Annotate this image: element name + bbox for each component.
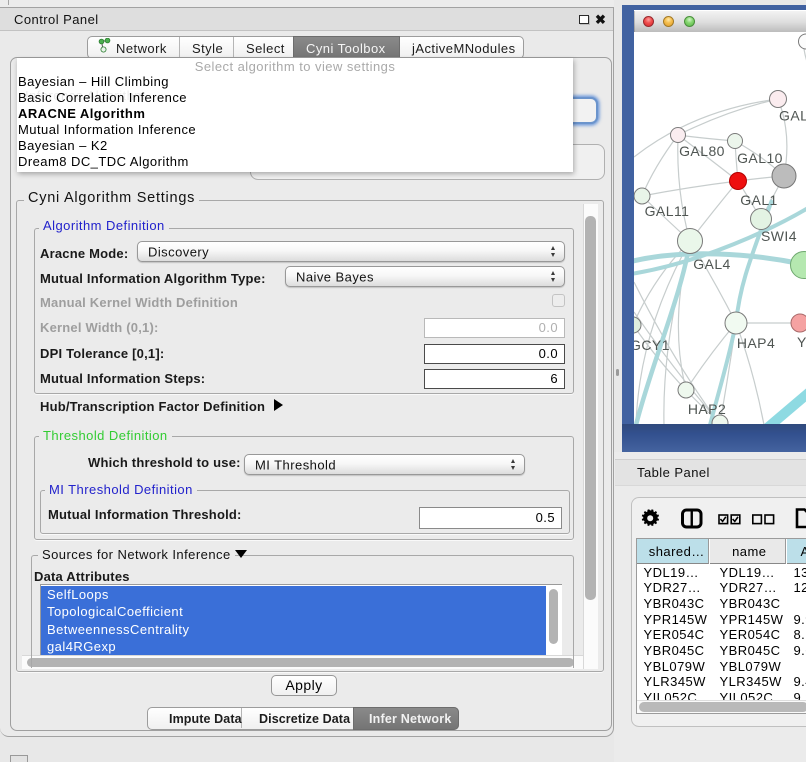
svg-text:GAL1: GAL1 <box>740 192 778 208</box>
svg-text:GAL10: GAL10 <box>737 150 783 166</box>
svg-text:YI: YI <box>797 334 806 350</box>
svg-text:SWI4: SWI4 <box>761 228 797 244</box>
svg-text:HAP2: HAP2 <box>688 401 726 417</box>
svg-text:GAL11: GAL11 <box>645 203 690 219</box>
svg-text:HAP4: HAP4 <box>737 335 775 351</box>
svg-text:GCY1: GCY1 <box>634 337 670 353</box>
svg-text:GAL2: GAL2 <box>779 107 806 123</box>
svg-text:GAL80: GAL80 <box>679 143 725 159</box>
svg-text:GAL4: GAL4 <box>693 256 731 272</box>
